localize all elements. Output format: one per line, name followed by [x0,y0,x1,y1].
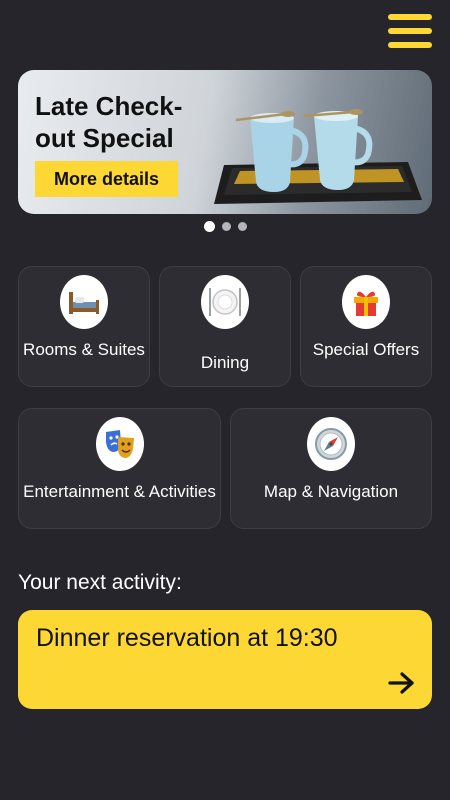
tile-label: Rooms & Suites [23,340,145,359]
menu-line [388,14,432,20]
tile-dining[interactable]: Dining [159,266,291,387]
carousel-dot-1[interactable] [203,221,215,232]
menu-line [388,28,432,34]
arrow-right-icon[interactable] [388,671,416,695]
next-activity-heading: Your next activity: [18,571,182,594]
bed-icon [60,275,108,329]
more-details-button[interactable]: More details [35,161,178,197]
tile-label: Special Offers [312,340,420,359]
carousel-dot-3[interactable] [237,222,247,231]
banner-title: Late Check-out Special [35,91,183,153]
promo-banner[interactable]: Late Check-out Special More details [18,70,432,214]
plate-icon [201,275,249,329]
carousel-dot-2[interactable] [221,222,231,231]
next-activity-text: Dinner reservation at 19:30 [36,624,338,652]
tile-label: Dining [200,353,250,372]
tile-map-navigation[interactable]: Map & Navigation [230,408,432,529]
tile-entertainment-activities[interactable]: Entertainment & Activities [18,408,221,529]
menu-line [388,42,432,48]
tile-label: Map & Navigation [263,482,399,501]
tile-label: Entertainment & Activities [23,482,216,501]
carousel-indicator [0,221,450,232]
theater-masks-icon [95,417,144,471]
compass-icon [307,417,355,471]
hamburger-menu-button[interactable] [388,14,432,48]
tile-rooms-suites[interactable]: Rooms & Suites [18,266,150,387]
tile-special-offers[interactable]: Special Offers [300,266,432,387]
next-activity-card[interactable]: Dinner reservation at 19:30 [18,610,432,709]
gift-icon [342,275,390,329]
